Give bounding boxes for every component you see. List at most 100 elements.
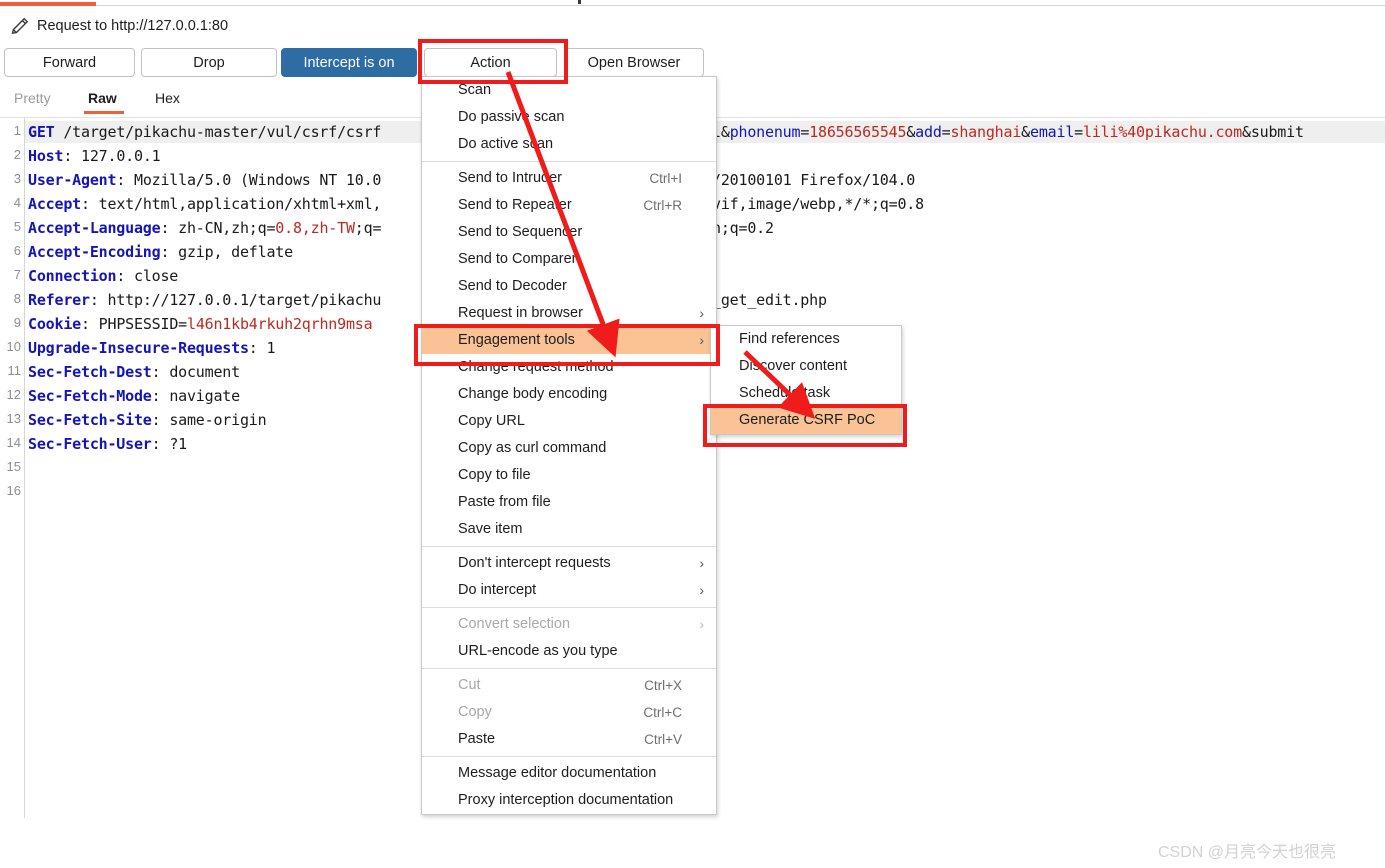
request-line-left[interactable]: Referer: http://127.0.0.1/target/pikachu — [28, 288, 381, 312]
tab-pretty[interactable]: Pretty — [14, 90, 51, 106]
request-line-left[interactable]: Sec-Fetch-Dest: document — [28, 360, 240, 384]
menu-item-label: Send to Comparer — [458, 251, 577, 267]
action-context-menu[interactable]: Scan Do passive scan Do active scan Send to… — [421, 76, 717, 815]
request-line-right[interactable]: _get_edit.php — [712, 288, 827, 312]
menu-item-send-to-intruder[interactable]: Send to Intruder Ctrl+I — [422, 165, 716, 192]
line-number: 16 — [6, 483, 21, 498]
menu-item-copy-url[interactable]: Copy URL — [422, 408, 716, 435]
menu-item-paste-from-file[interactable]: Paste from file — [422, 489, 716, 516]
request-line-right[interactable]: l&phonenum=18656565545&add=shanghai&emai… — [712, 120, 1304, 144]
request-line-left[interactable]: Accept: text/html,application/xhtml+xml, — [28, 192, 381, 216]
menu-item-send-to-decoder[interactable]: Send to Decoder — [422, 273, 716, 300]
menu-separator — [422, 546, 716, 547]
menu-item-url-encode-as-you-type[interactable]: URL-encode as you type — [422, 638, 716, 665]
menu-item-label: Paste — [458, 731, 496, 747]
menu-item-copy-as-curl-command[interactable]: Copy as curl command — [422, 435, 716, 462]
request-line-left[interactable]: Connection: close — [28, 264, 178, 288]
tab-strip-marker — [578, 0, 581, 4]
menu-item-cut: Cut Ctrl+X — [422, 672, 716, 699]
tab-hex[interactable]: Hex — [155, 90, 180, 106]
menu-item-label: Discover content — [739, 358, 847, 374]
menu-item-do-passive-scan[interactable]: Do passive scan — [422, 104, 716, 131]
menu-item-engagement-tools[interactable]: Engagement tools › — [422, 327, 716, 354]
tab-strip — [0, 0, 1385, 7]
menu-item-convert-selection: Convert selection › — [422, 611, 716, 638]
menu-item-label: Find references — [739, 331, 840, 347]
line-number: 15 — [6, 459, 21, 474]
request-line-left[interactable]: Sec-Fetch-Mode: navigate — [28, 384, 240, 408]
request-line-left[interactable]: Cookie: PHPSESSID=l46n1kb4rkuh2qrhn9msa — [28, 312, 373, 336]
forward-button[interactable]: Forward — [4, 48, 135, 77]
line-number: 14 — [6, 435, 21, 450]
line-number: 7 — [13, 267, 21, 282]
line-number-gutter: 1 2 3 4 5 6 7 8 9 10 11 12 13 14 15 16 — [0, 118, 25, 818]
line-number: 10 — [6, 339, 21, 354]
menu-item-label: Scan — [458, 82, 492, 98]
request-line-left[interactable]: Upgrade-Insecure-Requests: 1 — [28, 336, 275, 360]
menu-item-change-body-encoding[interactable]: Change body encoding — [422, 381, 716, 408]
submenu-item-discover-content[interactable]: Discover content — [711, 353, 901, 380]
menu-item-send-to-repeater[interactable]: Send to Repeater Ctrl+R — [422, 192, 716, 219]
submenu-item-schedule-task[interactable]: Schedule task — [711, 380, 901, 407]
menu-separator — [422, 607, 716, 608]
menu-item-label: Do active scan — [458, 136, 554, 152]
menu-item-label: Copy as curl command — [458, 440, 607, 456]
request-line-left[interactable]: Accept-Encoding: gzip, deflate — [28, 240, 293, 264]
tab-strip-rule — [96, 5, 1385, 6]
menu-item-label: Change request method — [458, 359, 614, 375]
line-number: 5 — [13, 219, 21, 234]
menu-item-shortcut: Ctrl+R — [643, 198, 682, 213]
request-line-right[interactable]: /20100101 Firefox/104.0 — [712, 168, 915, 192]
menu-item-label: Don't intercept requests — [458, 555, 611, 571]
menu-item-label: Send to Decoder — [458, 278, 567, 294]
menu-item-shortcut: Ctrl+X — [644, 678, 682, 693]
menu-item-change-request-method[interactable]: Change request method — [422, 354, 716, 381]
menu-item-send-to-sequencer[interactable]: Send to Sequencer — [422, 219, 716, 246]
line-number: 4 — [13, 195, 21, 210]
menu-item-paste[interactable]: Paste Ctrl+V — [422, 726, 716, 753]
line-number: 1 — [13, 123, 21, 138]
menu-item-copy-to-file[interactable]: Copy to file — [422, 462, 716, 489]
line-number: 6 — [13, 243, 21, 258]
request-line-right[interactable]: vif,image/webp,*/*;q=0.8 — [712, 192, 924, 216]
request-line-left[interactable]: Accept-Language: zh-CN,zh;q=0.8,zh-TW;q= — [28, 216, 381, 240]
menu-item-save-item[interactable]: Save item — [422, 516, 716, 543]
menu-item-label: Save item — [458, 521, 523, 537]
submenu-item-find-references[interactable]: Find references — [711, 326, 901, 353]
menu-item-label: Cut — [458, 677, 481, 693]
page-title: Request to http://127.0.0.1:80 — [37, 18, 229, 34]
request-line-left[interactable]: GET /target/pikachu-master/vul/csrf/csrf — [28, 120, 381, 144]
menu-item-scan[interactable]: Scan — [422, 77, 716, 104]
engagement-tools-submenu[interactable]: Find references Discover content Schedule … — [710, 325, 902, 435]
line-number: 11 — [7, 363, 22, 378]
menu-item-proxy-interception-documentation[interactable]: Proxy interception documentation — [422, 787, 716, 814]
line-number: 3 — [13, 171, 21, 186]
action-button[interactable]: Action — [424, 48, 557, 77]
menu-item-label: Convert selection — [458, 616, 571, 632]
menu-item-do-intercept[interactable]: Do intercept › — [422, 577, 716, 604]
request-line-right[interactable]: n;q=0.2 — [712, 216, 774, 240]
menu-item-request-in-browser[interactable]: Request in browser › — [422, 300, 716, 327]
menu-item-label: Engagement tools — [458, 332, 575, 348]
submenu-item-generate-csrf-poc[interactable]: Generate CSRF PoC — [711, 407, 901, 434]
request-line-left[interactable]: Host: 127.0.0.1 — [28, 144, 161, 168]
request-line-left[interactable]: Sec-Fetch-Site: same-origin — [28, 408, 267, 432]
menu-item-do-active-scan[interactable]: Do active scan — [422, 131, 716, 158]
chevron-right-icon: › — [699, 582, 704, 598]
menu-item-don-t-intercept-requests[interactable]: Don't intercept requests › — [422, 550, 716, 577]
request-line-left[interactable]: Sec-Fetch-User: ?1 — [28, 432, 187, 456]
menu-item-label: Request in browser — [458, 305, 583, 321]
open-browser-button[interactable]: Open Browser — [564, 48, 704, 77]
drop-button[interactable]: Drop — [141, 48, 277, 77]
tab-raw[interactable]: Raw — [84, 90, 124, 114]
menu-separator — [422, 756, 716, 757]
menu-item-label: Send to Intruder — [458, 170, 562, 186]
request-line-left[interactable]: User-Agent: Mozilla/5.0 (Windows NT 10.0 — [28, 168, 381, 192]
chevron-right-icon: › — [699, 332, 704, 348]
menu-separator — [422, 668, 716, 669]
menu-item-label: Send to Repeater — [458, 197, 572, 213]
intercept-toggle-button[interactable]: Intercept is on — [281, 48, 417, 77]
menu-item-message-editor-documentation[interactable]: Message editor documentation — [422, 760, 716, 787]
line-number: 9 — [13, 315, 21, 330]
menu-item-send-to-comparer[interactable]: Send to Comparer — [422, 246, 716, 273]
